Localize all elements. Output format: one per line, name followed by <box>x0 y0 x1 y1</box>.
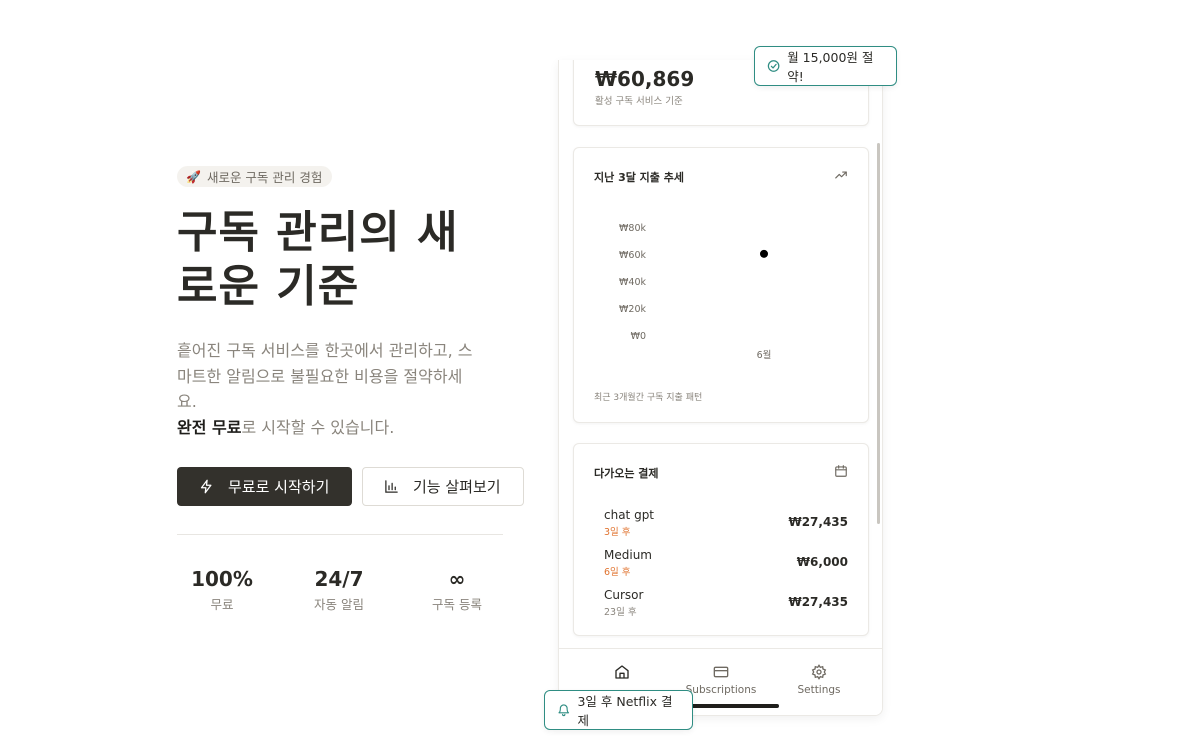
explore-features-button-label: 기능 살펴보기 <box>413 478 501 496</box>
total-caption: 활성 구독 서비스 기준 <box>595 96 683 107</box>
hero-badge-label: 새로운 구독 관리 경험 <box>206 170 323 185</box>
payment-name: Cursor <box>604 588 644 602</box>
upcoming-payments-card: 다가오는 결제 chat gpt 3일 후 ₩27,435 Medium 6일 … <box>573 443 869 636</box>
rocket-icon: 🚀 <box>186 169 201 184</box>
stat-value: 100% <box>191 567 253 591</box>
home-indicator <box>689 704 779 708</box>
y-tick-label: ₩80k <box>619 223 646 234</box>
upcoming-title: 다가오는 결제 <box>594 467 659 480</box>
stat-value: ∞ <box>448 567 466 591</box>
y-tick-label: ₩60k <box>619 250 646 261</box>
lightning-icon <box>200 479 212 494</box>
trend-title: 지난 3달 지출 추세 <box>594 171 684 184</box>
trending-up-icon <box>835 171 847 179</box>
explore-features-button[interactable]: 기능 살펴보기 <box>362 467 524 506</box>
tab-subscriptions-label: Subscriptions <box>685 684 757 696</box>
hero-desc-rest: 로 시작할 수 있습니다. <box>241 417 395 437</box>
stats-divider <box>177 534 503 535</box>
total-amount: ₩60,869 <box>595 67 695 91</box>
card-icon <box>713 666 729 678</box>
trend-footer: 최근 3개월간 구독 지출 패턴 <box>594 393 703 403</box>
hero-title: 구독 관리의 새로운 기준 <box>177 207 459 312</box>
start-free-button-label: 무료로 시작하기 <box>228 478 330 496</box>
payment-row[interactable]: Medium 6일 후 ₩6,000 <box>604 548 848 578</box>
savings-toast-text: 월 15,000원 절약! <box>787 50 874 84</box>
hero-desc-line-2: 마트한 알림으로 불필요한 비용을 절약하세 <box>177 366 463 386</box>
payment-due: 6일 후 <box>604 567 631 578</box>
payment-amount: ₩27,435 <box>788 595 848 609</box>
payment-name: Medium <box>604 548 652 562</box>
payment-due: 23일 후 <box>604 607 637 618</box>
payment-row[interactable]: chat gpt 3일 후 ₩27,435 <box>604 508 848 538</box>
gear-icon <box>811 664 827 680</box>
tab-settings-label: Settings <box>797 684 841 696</box>
hero-desc-line-3: 요. <box>177 392 197 411</box>
savings-toast: 월 15,000원 절약! <box>754 46 897 86</box>
check-circle-icon <box>767 60 780 72</box>
home-icon <box>615 665 629 679</box>
trend-chart: ₩80k ₩60k ₩40k ₩20k ₩0 6월 <box>619 223 772 361</box>
stat-label: 자동 알림 <box>314 597 364 612</box>
stat-value: 24/7 <box>314 567 364 591</box>
hero-desc-line-1: 흩어진 구독 서비스를 한곳에서 관리하고, 스 <box>177 341 473 360</box>
phone-mockup: ₩60,869 활성 구독 서비스 기준 지난 3달 지출 추세 ₩80k ₩60… <box>558 60 883 716</box>
hero-description: 흩어진 구독 서비스를 한곳에서 관리하고, 스 마트한 알림으로 불필요한 비… <box>177 338 507 440</box>
netflix-toast-text: 3일 후 Netflix 결제 <box>577 694 673 728</box>
x-tick-label: 6월 <box>757 349 772 361</box>
tab-home[interactable] <box>572 664 672 684</box>
hero-badge: 🚀 새로운 구독 관리 경험 <box>177 166 333 187</box>
data-point[interactable] <box>760 249 768 258</box>
stat-label: 구독 등록 <box>432 597 482 612</box>
stat-unlimited: ∞ 구독 등록 <box>407 566 507 613</box>
payment-due: 3일 후 <box>604 527 631 538</box>
stat-free: 100% 무료 <box>172 566 272 613</box>
payment-amount: ₩6,000 <box>796 555 848 569</box>
payment-name: chat gpt <box>604 508 655 522</box>
tab-settings[interactable]: Settings <box>769 664 869 696</box>
stat-label: 무료 <box>210 597 234 612</box>
payment-amount: ₩27,435 <box>788 515 848 529</box>
calendar-icon <box>835 465 847 477</box>
netflix-toast: 3일 후 Netflix 결제 <box>544 690 693 730</box>
bar-chart-icon <box>385 480 398 493</box>
start-free-button[interactable]: 무료로 시작하기 <box>177 467 352 506</box>
y-tick-label: ₩0 <box>631 331 646 342</box>
stat-alerts: 24/7 자동 알림 <box>289 566 389 613</box>
y-tick-label: ₩20k <box>619 304 646 315</box>
hero-desc-bold: 완전 무료 <box>177 417 242 437</box>
spend-trend-card: 지난 3달 지출 추세 ₩80k ₩60k ₩40k ₩20k ₩0 6월 최근 3개월간… <box>573 147 869 423</box>
bell-icon <box>558 704 570 717</box>
y-tick-label: ₩40k <box>619 277 646 288</box>
phone-scrollbar[interactable] <box>877 143 880 524</box>
payment-row[interactable]: Cursor 23일 후 ₩27,435 <box>604 588 848 618</box>
